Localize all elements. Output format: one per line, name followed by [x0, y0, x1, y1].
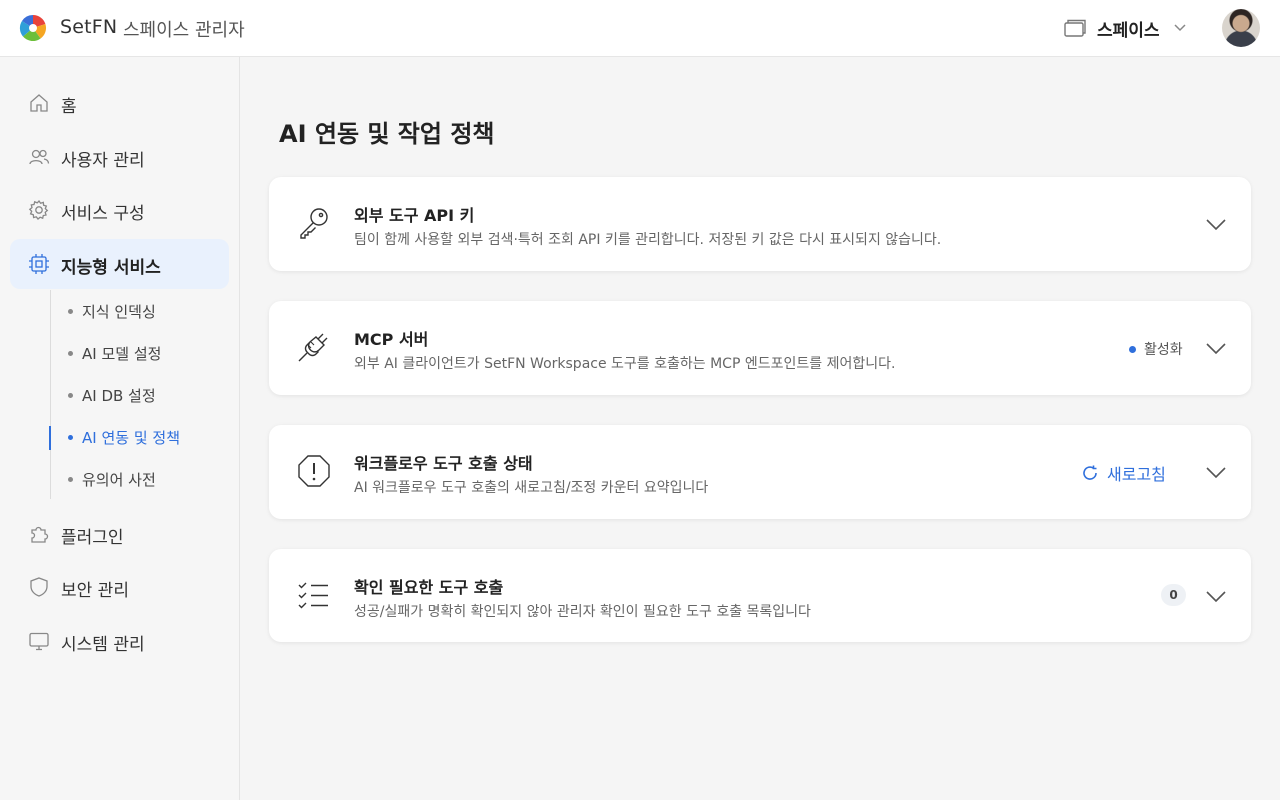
sidebar: 홈 사용자 관리 서비스 구성 지능형 서비스 지식 인덱싱 AI 모델 설정 … — [0, 57, 240, 800]
card-description: 팀이 함께 사용할 외부 검색·특허 조회 API 키를 관리합니다. 저장된 … — [354, 232, 942, 248]
sidebar-item-label: 홈 — [61, 97, 77, 117]
bullet-icon — [68, 350, 73, 356]
bullet-icon — [68, 308, 73, 314]
sidebar-item-label: 지능형 서비스 — [61, 258, 161, 278]
card-mcp-server[interactable]: MCP 서버 외부 AI 클라이언트가 SetFN Workspace 도구를 … — [269, 301, 1251, 395]
users-icon — [29, 149, 50, 165]
status-dot-icon — [1129, 345, 1136, 353]
gear-icon — [28, 199, 49, 220]
refresh-icon — [1083, 465, 1097, 480]
submenu-item-ai-model-settings[interactable]: AI 모델 설정 — [68, 341, 161, 365]
card-title: 확인 필요한 도구 호출 — [354, 578, 504, 597]
checklist-icon — [298, 582, 328, 609]
sidebar-item-label: 보안 관리 — [61, 581, 129, 601]
header-subtitle: 스페이스 관리자 — [123, 20, 245, 41]
chevron-down-icon[interactable] — [1204, 586, 1228, 606]
status-label: 활성화 — [1144, 342, 1183, 358]
setfn-logo-icon[interactable] — [19, 14, 47, 42]
puzzle-icon — [31, 526, 49, 543]
sidebar-item-label: 서비스 구성 — [61, 204, 145, 224]
refresh-label: 새로고침 — [1107, 465, 1166, 484]
card-external-api-keys[interactable]: 외부 도구 API 키 팀이 함께 사용할 외부 검색·특허 조회 API 키를… — [269, 177, 1251, 271]
user-avatar[interactable] — [1222, 9, 1260, 47]
chip-icon — [29, 254, 49, 274]
card-workflow-tool-status[interactable]: 워크플로우 도구 호출 상태 AI 워크플로우 도구 호출의 새로고침/조정 카… — [269, 425, 1251, 519]
submenu-label: 지식 인덱싱 — [82, 302, 156, 321]
bullet-icon — [68, 476, 73, 482]
sidebar-item-plugins[interactable]: 플러그인 — [10, 509, 229, 559]
plug-icon — [298, 333, 328, 362]
space-stack-icon[interactable] — [1063, 17, 1087, 39]
submenu-label: AI 연동 및 정책 — [82, 428, 180, 447]
submenu-item-knowledge-indexing[interactable]: 지식 인덱싱 — [68, 299, 156, 323]
card-title: 외부 도구 API 키 — [354, 206, 475, 225]
bullet-icon — [68, 434, 73, 440]
submenu-item-ai-db-settings[interactable]: AI DB 설정 — [68, 383, 156, 407]
card-description: 외부 AI 클라이언트가 SetFN Workspace 도구를 호출하는 MC… — [354, 356, 896, 372]
sidebar-item-security[interactable]: 보안 관리 — [10, 562, 229, 612]
sidebar-item-system[interactable]: 시스템 관리 — [10, 616, 229, 666]
key-icon — [300, 208, 328, 239]
page-title: AI 연동 및 작업 정책 — [279, 120, 495, 148]
sidebar-item-users[interactable]: 사용자 관리 — [10, 132, 229, 182]
shield-icon — [30, 577, 48, 597]
submenu-active-indicator — [49, 426, 51, 450]
sidebar-item-label: 플러그인 — [61, 528, 124, 548]
bullet-icon — [68, 392, 73, 398]
submenu-label: 유의어 사전 — [82, 470, 156, 489]
sidebar-item-label: 사용자 관리 — [61, 151, 145, 171]
space-selector-label[interactable]: 스페이스 — [1097, 16, 1160, 41]
card-tool-calls-needing-confirmation[interactable]: 확인 필요한 도구 호출 성공/실패가 명확히 확인되지 않아 관리자 확인이 … — [269, 549, 1251, 642]
sidebar-item-intelligent-services[interactable]: 지능형 서비스 — [10, 239, 229, 289]
sidebar-item-services[interactable]: 서비스 구성 — [10, 185, 229, 235]
card-description: 성공/실패가 명확히 확인되지 않아 관리자 확인이 필요한 도구 호출 목록입… — [354, 604, 811, 620]
status-badge: 활성화 — [1129, 339, 1183, 359]
sidebar-item-label: 시스템 관리 — [61, 635, 145, 655]
chevron-down-icon[interactable] — [1204, 462, 1228, 482]
submenu-label: AI 모델 설정 — [82, 344, 162, 363]
submenu-line — [50, 290, 51, 499]
count-badge: 0 — [1161, 584, 1186, 606]
card-title: MCP 서버 — [354, 330, 429, 349]
card-title: 워크플로우 도구 호출 상태 — [354, 454, 533, 473]
refresh-button[interactable]: 새로고침 — [1081, 461, 1166, 485]
submenu-item-ai-integration-policy[interactable]: AI 연동 및 정책 — [68, 425, 180, 449]
sidebar-item-home[interactable]: 홈 — [10, 78, 229, 128]
alert-octagon-icon — [298, 455, 330, 487]
submenu-label: AI DB 설정 — [82, 386, 156, 405]
card-description: AI 워크플로우 도구 호출의 새로고침/조정 카운터 요약입니다 — [354, 480, 709, 496]
monitor-icon — [29, 632, 49, 651]
chevron-down-icon[interactable] — [1204, 338, 1228, 358]
chevron-down-icon[interactable] — [1204, 214, 1228, 234]
top-header: SetFN 스페이스 관리자 스페이스 — [0, 0, 1280, 57]
submenu-item-synonym-dictionary[interactable]: 유의어 사전 — [68, 467, 156, 491]
brand-name[interactable]: SetFN — [60, 16, 117, 38]
home-icon — [30, 94, 48, 112]
chevron-down-icon[interactable] — [1172, 21, 1188, 35]
